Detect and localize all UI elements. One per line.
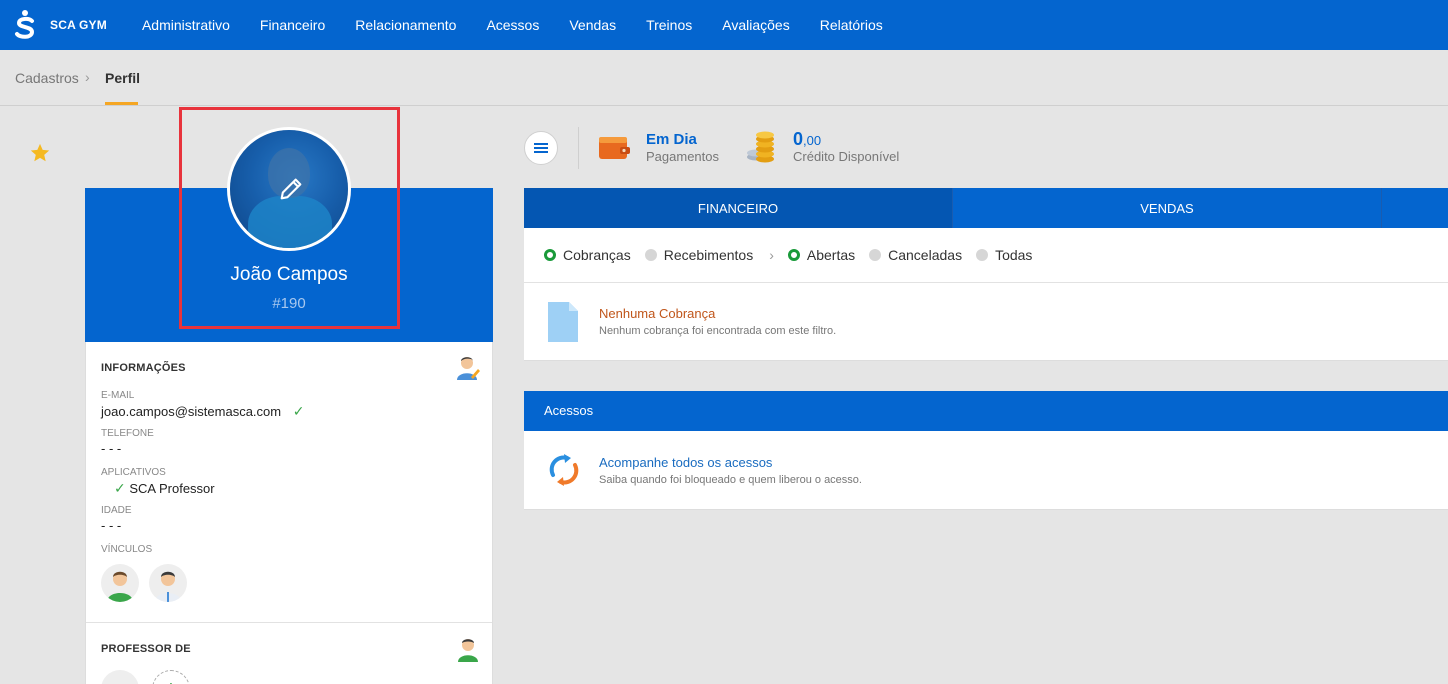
profile-id: #190 [272, 295, 306, 312]
nav-avaliacoes[interactable]: Avaliações [722, 17, 789, 33]
sync-icon [549, 454, 579, 486]
filter-canceladas[interactable]: Canceladas [869, 247, 962, 263]
sca-logo-icon [15, 10, 35, 39]
radio-unselected[interactable] [869, 249, 882, 261]
credit-dec: ,00 [803, 133, 822, 148]
star-icon[interactable] [29, 142, 51, 164]
credit-value: 0,00 [793, 129, 821, 150]
nav-vendas[interactable]: Vendas [569, 17, 616, 33]
email-label: E-MAIL [101, 390, 135, 401]
acessos-link[interactable]: Acompanhe todos os acessos [599, 455, 772, 470]
edit-user-icon[interactable] [456, 355, 480, 381]
breadcrumb-active-indicator [105, 102, 138, 105]
nav-financeiro[interactable]: Financeiro [260, 17, 325, 33]
links-label: VÍNCULOS [101, 544, 153, 555]
user-avatar-icon [155, 571, 181, 602]
main-menu: Administrativo Financeiro Relacionamento… [142, 17, 913, 33]
add-student-button[interactable]: + [152, 670, 190, 684]
student-avatar[interactable] [101, 670, 139, 684]
empty-title: Nenhuma Cobrança [599, 306, 716, 321]
wallet-icon [599, 137, 630, 159]
user-avatar-icon [107, 571, 133, 602]
filter-todas[interactable]: Todas [976, 247, 1032, 263]
professor-title: PROFESSOR DE [101, 643, 191, 655]
empty-subtitle: Nenhum cobrança foi encontrada com este … [599, 325, 837, 337]
filter-recebimentos[interactable]: Recebimentos [644, 247, 754, 263]
linked-user-avatar[interactable] [101, 564, 139, 602]
menu-button[interactable] [524, 131, 558, 165]
tab-vendas[interactable]: VENDAS [953, 188, 1382, 228]
panel-divider [524, 282, 1448, 283]
chevron-right-icon: › [85, 69, 90, 85]
phone-value: - - - [101, 441, 122, 456]
nav-relacionamento[interactable]: Relacionamento [355, 17, 456, 33]
email-value: joao.campos@sistemasca.com ✓ [101, 403, 304, 420]
pencil-icon[interactable] [277, 175, 305, 203]
filters-bar: Cobranças Recebimentos › Abertas Cancela… [544, 247, 1046, 263]
filter-cobrancas[interactable]: Cobranças [544, 247, 631, 263]
vertical-divider [578, 127, 579, 169]
age-label: IDADE [101, 505, 132, 516]
nav-acessos[interactable]: Acessos [486, 17, 539, 33]
document-icon [548, 302, 578, 342]
radio-unselected[interactable] [644, 249, 657, 261]
payment-status: Em Dia [646, 131, 697, 148]
email-text: joao.campos@sistemasca.com [101, 404, 282, 419]
filter-label: Abertas [806, 247, 856, 263]
filter-label: Todas [995, 247, 1033, 263]
tab-bar: FINANCEIRO VENDAS [524, 188, 1448, 228]
chevron-right-icon: › [769, 247, 774, 263]
breadcrumb: Cadastros › Perfil [0, 51, 1448, 106]
acessos-panel: Acompanhe todos os acessos Saiba quando … [524, 431, 1448, 510]
linked-user-avatar[interactable] [149, 564, 187, 602]
nav-relatorios[interactable]: Relatórios [820, 17, 883, 33]
credit-label: Crédito Disponível [793, 149, 900, 164]
acessos-subtitle: Saiba quando foi bloqueado e quem libero… [599, 474, 862, 486]
coins-icon [747, 131, 774, 163]
profile-avatar[interactable] [227, 127, 351, 251]
top-navbar: SCA GYM Administrativo Financeiro Relaci… [0, 0, 1448, 50]
app-name-text: SCA Professor [129, 481, 215, 496]
app-value: ✓ SCA Professor [114, 480, 215, 497]
app-name: SCA GYM [50, 18, 107, 32]
filter-label: Cobranças [563, 247, 631, 263]
phone-label: TELEFONE [101, 428, 154, 439]
filter-label: Canceladas [888, 247, 963, 263]
radio-selected[interactable] [544, 249, 556, 261]
check-icon: ✓ [292, 403, 305, 419]
radio-unselected[interactable] [976, 249, 989, 261]
info-panel: INFORMAÇÕES E-MAIL joao.campos@sistemasc… [85, 342, 493, 684]
app-logo[interactable]: SCA GYM [12, 0, 107, 50]
apps-label: APLICATIVOS [101, 467, 166, 478]
profile-name: João Campos [230, 264, 348, 285]
filter-label: Recebimentos [663, 247, 754, 263]
nav-treinos[interactable]: Treinos [646, 17, 692, 33]
hamburger-icon [534, 143, 548, 153]
professor-icon [458, 639, 478, 662]
check-icon: ✓ [114, 480, 126, 496]
nav-administrativo[interactable]: Administrativo [142, 17, 230, 33]
financeiro-panel: Cobranças Recebimentos › Abertas Cancela… [524, 228, 1448, 361]
info-title: INFORMAÇÕES [101, 362, 186, 374]
tab-financeiro[interactable]: FINANCEIRO [524, 188, 953, 228]
payment-label: Pagamentos [646, 149, 719, 164]
radio-selected[interactable] [787, 249, 800, 261]
breadcrumb-perfil: Perfil [105, 70, 141, 86]
acessos-header: Acessos [524, 391, 1448, 431]
breadcrumb-cadastros[interactable]: Cadastros [15, 70, 79, 86]
section-divider [86, 622, 492, 623]
filter-abertas[interactable]: Abertas [787, 247, 856, 263]
age-value: - - - [101, 518, 122, 533]
credit-int: 0 [793, 129, 804, 149]
